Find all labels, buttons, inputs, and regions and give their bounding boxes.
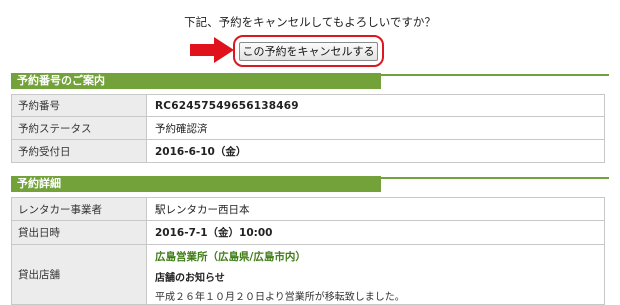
red-right-arrow-icon bbox=[190, 37, 234, 63]
reservation-number-value: RC62457549656138469 bbox=[146, 94, 605, 117]
rental-store-cell: 広島営業所（広島県/広島市内） 店舗のお知らせ 平成２６年１０月２０日より営業所… bbox=[146, 244, 605, 305]
table-row: 予約ステータス 予約確認済 bbox=[11, 116, 605, 140]
reservation-detail-title: 予約詳細 bbox=[11, 176, 381, 192]
table-row: レンタカー事業者 駅レンタカー西日本 bbox=[11, 197, 605, 221]
reservation-status-label: 予約ステータス bbox=[11, 116, 147, 140]
cancel-confirm-question: 下記、予約をキャンセルしてもよろしいですか？ bbox=[184, 15, 436, 29]
rental-store-label: 貸出店舗 bbox=[11, 244, 147, 305]
rental-company-value: 駅レンタカー西日本 bbox=[146, 197, 605, 221]
reservation-date-value: 2016-6-10（金） bbox=[146, 139, 605, 163]
store-notice-text: 平成２６年１０月２０日より営業所が移転致しました。 bbox=[155, 292, 405, 303]
rental-datetime-value: 2016-7-1（金）10:00 bbox=[146, 220, 605, 245]
table-row: 貸出日時 2016-7-1（金）10:00 bbox=[11, 220, 605, 245]
table-row: 予約受付日 2016-6-10（金） bbox=[11, 139, 605, 163]
rental-company-label: レンタカー事業者 bbox=[11, 197, 147, 221]
reservation-info-title: 予約番号のご案内 bbox=[11, 73, 381, 89]
rental-datetime-label: 貸出日時 bbox=[11, 220, 147, 245]
reservation-status-value: 予約確認済 bbox=[146, 116, 605, 140]
store-notice-title: 店舗のお知らせ bbox=[155, 273, 225, 284]
reservation-date-label: 予約受付日 bbox=[11, 139, 147, 163]
table-row: 貸出店舗 広島営業所（広島県/広島市内） 店舗のお知らせ 平成２６年１０月２０日… bbox=[11, 244, 605, 305]
reservation-info-table: 予約番号 RC62457549656138469 予約ステータス 予約確認済 予… bbox=[11, 94, 605, 163]
reservation-info-header: 予約番号のご案内 bbox=[11, 73, 609, 89]
table-row: 予約番号 RC62457549656138469 bbox=[11, 94, 605, 117]
cancel-button-highlight: この予約をキャンセルする bbox=[233, 35, 384, 67]
reservation-detail-header: 予約詳細 bbox=[11, 176, 609, 192]
cancel-reservation-button[interactable]: この予約をキャンセルする bbox=[239, 42, 378, 61]
store-name-link[interactable]: 広島営業所（広島県/広島市内） bbox=[155, 249, 604, 264]
reservation-detail-table: レンタカー事業者 駅レンタカー西日本 貸出日時 2016-7-1（金）10:00… bbox=[11, 197, 605, 305]
reservation-number-label: 予約番号 bbox=[11, 94, 147, 117]
